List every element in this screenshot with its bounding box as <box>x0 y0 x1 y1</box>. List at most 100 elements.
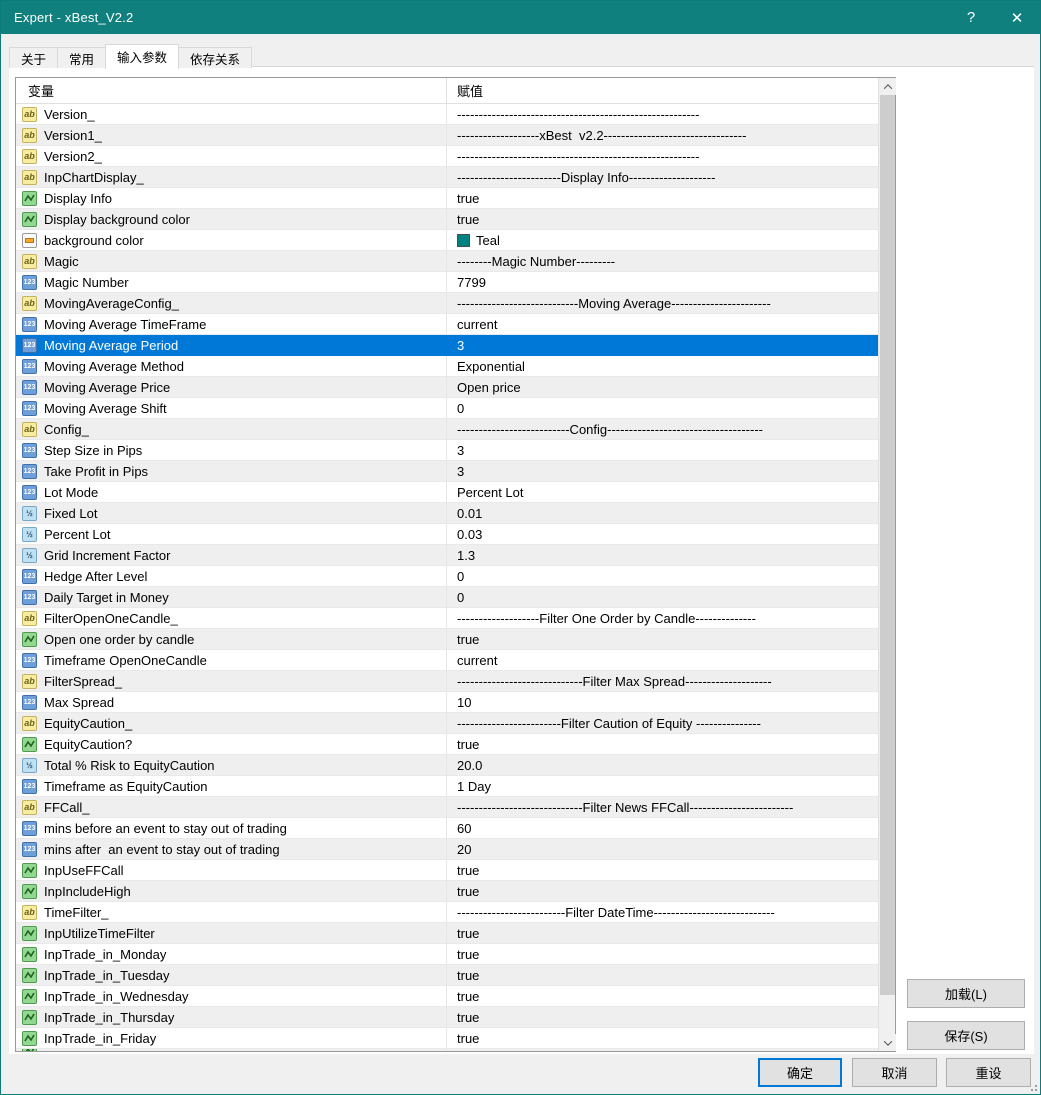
table-row[interactable]: InpTrade_in_Tuesdaytrue <box>16 965 895 986</box>
param-value[interactable]: 60 <box>447 818 895 838</box>
column-header-variable[interactable]: 变量 <box>16 78 447 103</box>
tab-common[interactable]: 常用 <box>57 47 106 68</box>
param-value[interactable]: 1.3 <box>447 545 895 565</box>
table-row[interactable] <box>16 1049 895 1051</box>
table-row[interactable]: abFilterOpenOneCandle_------------------… <box>16 608 895 629</box>
ok-button[interactable]: 确定 <box>758 1058 842 1087</box>
param-value[interactable]: 3 <box>447 335 895 355</box>
table-row[interactable]: ½Fixed Lot0.01 <box>16 503 895 524</box>
table-row[interactable]: InpIncludeHightrue <box>16 881 895 902</box>
table-row[interactable]: 123Timeframe OpenOneCandlecurrent <box>16 650 895 671</box>
table-row[interactable]: abFilterSpread_-------------------------… <box>16 671 895 692</box>
help-button[interactable]: ? <box>948 1 994 34</box>
param-value[interactable]: ----------------------------------------… <box>447 104 895 124</box>
param-value[interactable]: true <box>447 1007 895 1027</box>
param-value[interactable]: current <box>447 650 895 670</box>
param-value[interactable]: Percent Lot <box>447 482 895 502</box>
param-value[interactable]: Teal <box>447 230 895 250</box>
param-value[interactable]: true <box>447 188 895 208</box>
scroll-up-button[interactable] <box>879 78 896 95</box>
param-value[interactable]: true <box>447 209 895 229</box>
param-value[interactable]: --------Magic Number--------- <box>447 251 895 271</box>
table-row[interactable]: 123Lot ModePercent Lot <box>16 482 895 503</box>
table-row[interactable]: Display Infotrue <box>16 188 895 209</box>
table-row[interactable]: 123Moving Average Shift0 <box>16 398 895 419</box>
scrollbar-thumb[interactable] <box>880 95 895 995</box>
close-button[interactable]: ✕ <box>994 1 1040 34</box>
table-row[interactable]: 123Magic Number7799 <box>16 272 895 293</box>
param-value[interactable]: true <box>447 965 895 985</box>
param-value[interactable]: 20 <box>447 839 895 859</box>
table-row[interactable]: 123Step Size in Pips3 <box>16 440 895 461</box>
param-value[interactable]: true <box>447 860 895 880</box>
param-value[interactable]: true <box>447 629 895 649</box>
param-value[interactable]: 20.0 <box>447 755 895 775</box>
param-value[interactable]: true <box>447 1028 895 1048</box>
table-row[interactable]: abVersion2_-----------------------------… <box>16 146 895 167</box>
table-row[interactable]: 123mins after an event to stay out of tr… <box>16 839 895 860</box>
param-value[interactable]: true <box>447 734 895 754</box>
table-row[interactable]: abConfig_--------------------------Confi… <box>16 419 895 440</box>
table-row[interactable]: 123Hedge After Level0 <box>16 566 895 587</box>
table-row[interactable]: abMovingAverageConfig_------------------… <box>16 293 895 314</box>
param-value[interactable]: ------------------------Display Info----… <box>447 167 895 187</box>
table-row[interactable]: background colorTeal <box>16 230 895 251</box>
param-value[interactable]: 0 <box>447 566 895 586</box>
table-row[interactable]: 123Moving Average Period3 <box>16 335 895 356</box>
param-value[interactable]: 3 <box>447 461 895 481</box>
table-row[interactable]: EquityCaution?true <box>16 734 895 755</box>
tab-dependencies[interactable]: 依存关系 <box>178 47 252 68</box>
param-value[interactable]: ----------------------------Moving Avera… <box>447 293 895 313</box>
table-row[interactable]: 123Daily Target in Money0 <box>16 587 895 608</box>
table-row[interactable]: 123Max Spread10 <box>16 692 895 713</box>
table-row[interactable]: abTimeFilter_-------------------------Fi… <box>16 902 895 923</box>
tab-inputs[interactable]: 输入参数 <box>105 44 179 69</box>
table-row[interactable]: Display background colortrue <box>16 209 895 230</box>
param-value[interactable] <box>447 1049 895 1051</box>
param-value[interactable]: true <box>447 986 895 1006</box>
param-value[interactable]: -----------------------------Filter Max … <box>447 671 895 691</box>
param-value[interactable]: Exponential <box>447 356 895 376</box>
table-row[interactable]: abInpChartDisplay_----------------------… <box>16 167 895 188</box>
table-row[interactable]: 123mins before an event to stay out of t… <box>16 818 895 839</box>
tab-about[interactable]: 关于 <box>9 47 58 68</box>
table-row[interactable]: InpTrade_in_Wednesdaytrue <box>16 986 895 1007</box>
table-row[interactable]: InpUtilizeTimeFiltertrue <box>16 923 895 944</box>
param-value[interactable]: 0 <box>447 398 895 418</box>
param-value[interactable]: -------------------xBest v2.2-----------… <box>447 125 895 145</box>
table-row[interactable]: 123Take Profit in Pips3 <box>16 461 895 482</box>
param-value[interactable]: true <box>447 944 895 964</box>
param-value[interactable]: ----------------------------------------… <box>447 146 895 166</box>
load-button[interactable]: 加载(L) <box>907 979 1025 1008</box>
param-value[interactable]: Open price <box>447 377 895 397</box>
param-value[interactable]: true <box>447 923 895 943</box>
table-row[interactable]: abVersion1_-------------------xBest v2.2… <box>16 125 895 146</box>
param-value[interactable]: -------------------------Filter DateTime… <box>447 902 895 922</box>
table-row[interactable]: InpUseFFCalltrue <box>16 860 895 881</box>
param-value[interactable]: 7799 <box>447 272 895 292</box>
param-value[interactable]: --------------------------Config--------… <box>447 419 895 439</box>
param-value[interactable]: ------------------------Filter Caution o… <box>447 713 895 733</box>
reset-button[interactable]: 重设 <box>946 1058 1031 1087</box>
param-value[interactable]: current <box>447 314 895 334</box>
param-value[interactable]: 1 Day <box>447 776 895 796</box>
table-row[interactable]: abVersion_------------------------------… <box>16 104 895 125</box>
param-value[interactable]: 3 <box>447 440 895 460</box>
param-value[interactable]: -----------------------------Filter News… <box>447 797 895 817</box>
table-row[interactable]: Open one order by candletrue <box>16 629 895 650</box>
table-row[interactable]: InpTrade_in_Fridaytrue <box>16 1028 895 1049</box>
table-row[interactable]: 123Moving Average TimeFramecurrent <box>16 314 895 335</box>
param-value[interactable]: 0.03 <box>447 524 895 544</box>
table-row[interactable]: 123Timeframe as EquityCaution1 Day <box>16 776 895 797</box>
table-row[interactable]: 123Moving Average MethodExponential <box>16 356 895 377</box>
table-row[interactable]: InpTrade_in_Thursdaytrue <box>16 1007 895 1028</box>
param-value[interactable]: 10 <box>447 692 895 712</box>
table-row[interactable]: abEquityCaution_------------------------… <box>16 713 895 734</box>
param-value[interactable]: 0 <box>447 587 895 607</box>
resize-grip[interactable] <box>1027 1081 1037 1091</box>
param-value[interactable]: true <box>447 881 895 901</box>
table-row[interactable]: ½Total % Risk to EquityCaution20.0 <box>16 755 895 776</box>
param-value[interactable]: 0.01 <box>447 503 895 523</box>
save-button[interactable]: 保存(S) <box>907 1021 1025 1050</box>
cancel-button[interactable]: 取消 <box>852 1058 937 1087</box>
